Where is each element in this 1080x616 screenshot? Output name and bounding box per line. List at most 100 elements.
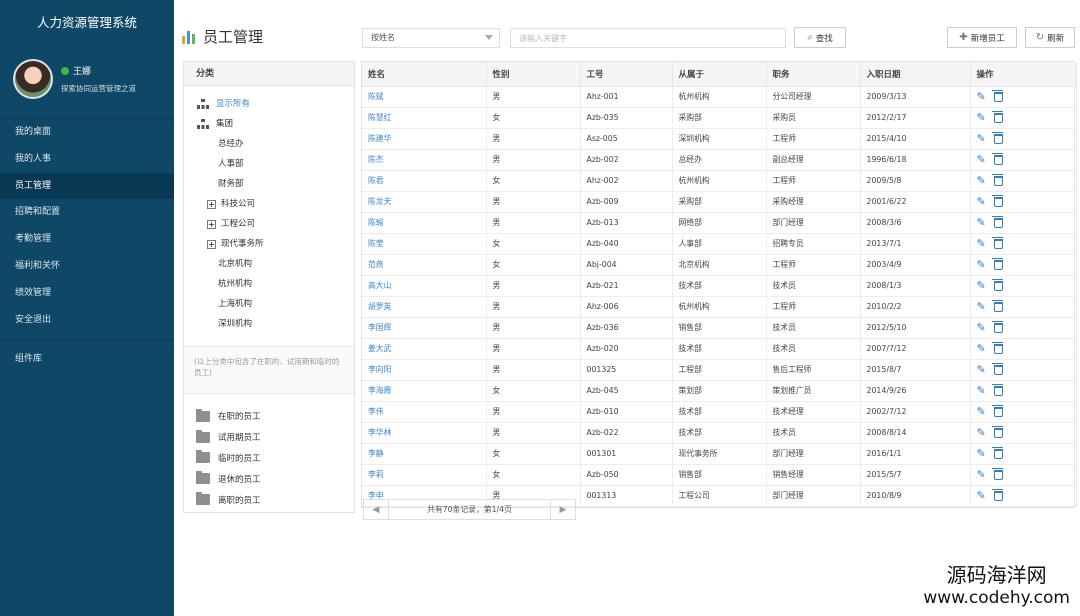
menu-item-2[interactable]: 员工管理 [0, 172, 174, 200]
table-row[interactable]: 李国辉男 Azb-036 销售部 技术员 2012/5/10 ✎ [362, 317, 1077, 339]
trash-icon[interactable] [991, 152, 1003, 165]
edit-icon[interactable]: ✎ [977, 91, 986, 102]
table-row[interactable]: 李静女 001301 现代事务所 部门经理 2016/1/1 ✎ [362, 443, 1077, 465]
tree-item[interactable]: 工程公司 [196, 214, 354, 234]
trash-icon[interactable] [991, 278, 1003, 291]
trash-icon[interactable] [991, 488, 1003, 501]
search-field-select[interactable]: 按姓名 [362, 28, 500, 48]
table-row[interactable]: 陈瑜男 Azb-013 网络部 部门经理 2008/3/6 ✎ [362, 212, 1077, 234]
table-row[interactable]: 陈龙天男 Azb-009 采购部 采购经理 2001/6/22 ✎ [362, 191, 1077, 213]
menu-item-3[interactable]: 招聘和配置 [0, 199, 174, 226]
trash-icon[interactable] [991, 131, 1003, 144]
edit-icon[interactable]: ✎ [977, 196, 986, 207]
column-header[interactable]: 操作 [970, 62, 1077, 87]
refresh-button[interactable]: ↻ 刷新 [1025, 27, 1075, 48]
avatar[interactable] [13, 59, 53, 99]
employee-name-link[interactable]: 陈瑜 [362, 212, 487, 234]
edit-icon[interactable]: ✎ [977, 385, 986, 396]
trash-icon[interactable] [991, 299, 1003, 312]
employee-name-link[interactable]: 范燕 [362, 254, 487, 276]
menu-item-components[interactable]: 组件库 [0, 346, 174, 373]
column-header[interactable]: 性别 [486, 62, 581, 87]
table-row[interactable]: 姜大武男 Azb-020 技术部 技术员 2007/7/12 ✎ [362, 338, 1077, 360]
tree-item[interactable]: 集团 [196, 114, 354, 134]
trash-icon[interactable] [991, 89, 1003, 102]
employee-name-link[interactable]: 李国辉 [362, 317, 487, 339]
trash-icon[interactable] [991, 215, 1003, 228]
table-row[interactable]: 李华林男 Azb-022 技术部 技术员 2008/8/14 ✎ [362, 422, 1077, 444]
tree-item[interactable]: 北京机构 [196, 254, 354, 274]
tree-item[interactable]: 科技公司 [196, 194, 354, 214]
folder-item[interactable]: 离职的员工 [196, 489, 354, 510]
trash-icon[interactable] [991, 383, 1003, 396]
table-row[interactable]: 范燕女 Abj-004 北京机构 工程师 2003/4/9 ✎ [362, 254, 1077, 276]
edit-icon[interactable]: ✎ [977, 490, 986, 501]
edit-icon[interactable]: ✎ [977, 112, 986, 123]
edit-icon[interactable]: ✎ [977, 322, 986, 333]
tree-item[interactable]: 显示所有 [196, 94, 354, 114]
tree-item[interactable]: 总经办 [196, 134, 354, 154]
edit-icon[interactable]: ✎ [977, 448, 986, 459]
edit-icon[interactable]: ✎ [977, 133, 986, 144]
folder-item[interactable]: 试用期员工 [196, 427, 354, 448]
menu-item-7[interactable]: 安全退出 [0, 307, 174, 334]
edit-icon[interactable]: ✎ [977, 259, 986, 270]
employee-name-link[interactable]: 胡罗英 [362, 296, 487, 318]
employee-name-link[interactable]: 陈慧红 [362, 107, 487, 129]
trash-icon[interactable] [991, 425, 1003, 438]
trash-icon[interactable] [991, 257, 1003, 270]
folder-item[interactable]: 在职的员工 [196, 406, 354, 427]
search-button[interactable]: ⌕ 查找 [794, 27, 846, 48]
edit-icon[interactable]: ✎ [977, 301, 986, 312]
employee-name-link[interactable]: 李华林 [362, 422, 487, 444]
menu-item-0[interactable]: 我的桌面 [0, 119, 174, 146]
table-row[interactable]: 高大山男 Azb-021 技术部 技术员 2008/1/3 ✎ [362, 275, 1077, 297]
employee-name-link[interactable]: 高大山 [362, 275, 487, 297]
menu-item-6[interactable]: 绩效管理 [0, 280, 174, 307]
table-row[interactable]: 陈斌男 Ahz-001 杭州机构 分公司经理 2009/3/13 ✎ [362, 86, 1077, 108]
search-input[interactable] [510, 28, 786, 48]
employee-name-link[interactable]: 李静 [362, 443, 487, 465]
employee-name-link[interactable]: 李伟 [362, 401, 487, 423]
trash-icon[interactable] [991, 320, 1003, 333]
column-header[interactable]: 职务 [766, 62, 861, 87]
table-row[interactable]: 李莉女 Azb-050 销售部 销售经理 2015/5/7 ✎ [362, 464, 1077, 486]
employee-name-link[interactable]: 姜大武 [362, 338, 487, 360]
next-page-button[interactable]: ▶ [551, 500, 575, 519]
folder-item[interactable]: 临时的员工 [196, 448, 354, 469]
column-header[interactable]: 姓名 [362, 62, 487, 87]
employee-name-link[interactable]: 陈建华 [362, 128, 487, 150]
table-row[interactable]: 李海霞女 Azb-045 策划部 策划推广员 2014/9/26 ✎ [362, 380, 1077, 402]
trash-icon[interactable] [991, 194, 1003, 207]
menu-item-5[interactable]: 福利和关怀 [0, 253, 174, 280]
edit-icon[interactable]: ✎ [977, 217, 986, 228]
table-row[interactable]: 陈莹女 Azb-040 人事部 招聘专员 2013/7/1 ✎ [362, 233, 1077, 255]
employee-name-link[interactable]: 陈斌 [362, 86, 487, 108]
table-row[interactable]: 李伟男 Azb-010 技术部 技术经理 2002/7/12 ✎ [362, 401, 1077, 423]
column-header[interactable]: 入职日期 [860, 62, 971, 87]
menu-item-4[interactable]: 考勤管理 [0, 226, 174, 253]
tree-item[interactable]: 人事部 [196, 154, 354, 174]
employee-name-link[interactable]: 李向阳 [362, 359, 487, 381]
trash-icon[interactable] [991, 110, 1003, 123]
folder-item[interactable]: 退休的员工 [196, 468, 354, 489]
table-row[interactable]: 陈慧红女 Azb-035 采购部 采购员 2012/2/17 ✎ [362, 107, 1077, 129]
employee-name-link[interactable]: 李莉 [362, 464, 487, 486]
trash-icon[interactable] [991, 236, 1003, 249]
edit-icon[interactable]: ✎ [977, 343, 986, 354]
column-header[interactable]: 从属于 [672, 62, 767, 87]
trash-icon[interactable] [991, 446, 1003, 459]
edit-icon[interactable]: ✎ [977, 175, 986, 186]
add-employee-button[interactable]: ✚ 新增员工 [947, 27, 1017, 48]
trash-icon[interactable] [991, 362, 1003, 375]
prev-page-button[interactable]: ◀ [364, 500, 388, 519]
employee-name-link[interactable]: 陈龙天 [362, 191, 487, 213]
edit-icon[interactable]: ✎ [977, 238, 986, 249]
menu-item-1[interactable]: 我的人事 [0, 146, 174, 173]
tree-item[interactable]: 深圳机构 [196, 314, 354, 334]
edit-icon[interactable]: ✎ [977, 427, 986, 438]
expand-plus-icon[interactable] [207, 219, 216, 229]
expand-plus-icon[interactable] [207, 239, 216, 249]
employee-name-link[interactable]: 陈君 [362, 170, 487, 192]
table-row[interactable]: 陈建华男 Asz-005 深圳机构 工程师 2015/4/10 ✎ [362, 128, 1077, 150]
